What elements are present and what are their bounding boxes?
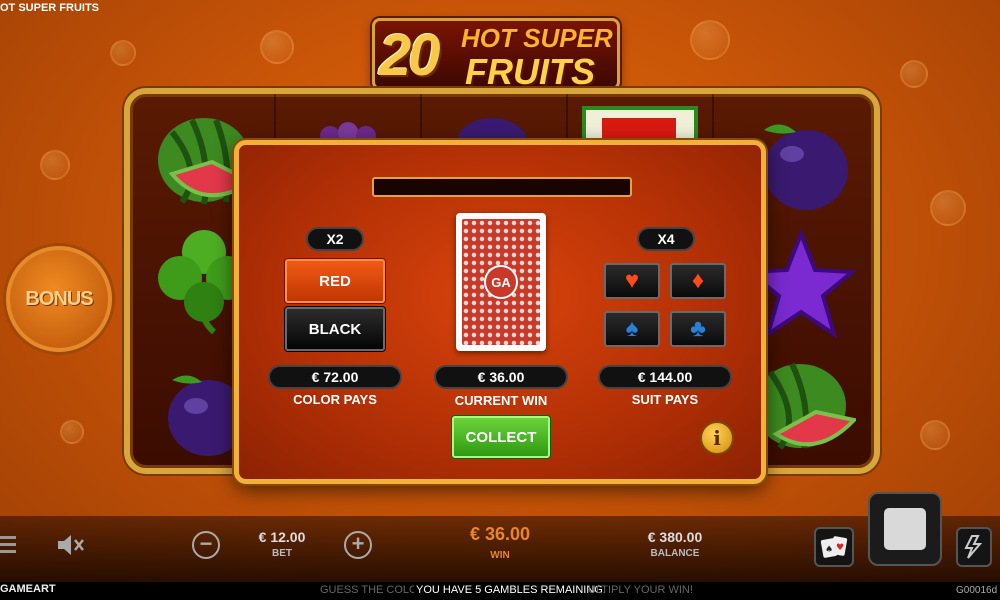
suit-pays-value: € 144.00 (598, 365, 732, 389)
game-id: G00016d (956, 585, 998, 596)
gamble-message-bar (372, 177, 632, 197)
bonus-badge: BONUS (6, 246, 112, 352)
current-win-value: € 36.00 (434, 365, 568, 389)
win-value: € 36.00 (469, 524, 531, 544)
color-pays-value: € 72.00 (268, 365, 402, 389)
color-multiplier: X2 (306, 227, 364, 251)
logo-line-hot-super: HOT SUPER (461, 23, 613, 53)
menu-icon[interactable] (0, 532, 16, 561)
ticker-text-faded-right: ULTIPLY YOUR WIN! (588, 584, 693, 596)
diamonds-icon: ♦ (691, 267, 705, 294)
suit-pays-label: SUIT PAYS (631, 392, 699, 407)
bubble (260, 30, 294, 64)
bubble (930, 190, 966, 226)
svg-text:♥: ♥ (836, 543, 844, 553)
mute-icon[interactable] (56, 532, 86, 563)
balance-value: € 380.00 (647, 529, 703, 545)
bonus-label: BONUS (25, 287, 93, 310)
collect-button[interactable]: COLLECT (452, 416, 550, 458)
bubble (900, 60, 928, 88)
gamble-cards-button[interactable]: ♠ ♥ (814, 527, 854, 567)
bet-value: € 12.00 (258, 529, 306, 545)
hearts-button[interactable]: ♥ (604, 263, 660, 299)
clubs-icon: ♣ (690, 315, 706, 342)
black-button[interactable]: BLACK (285, 307, 385, 351)
bubble (690, 20, 730, 60)
svg-text:♠: ♠ (825, 545, 833, 555)
diamonds-button[interactable]: ♦ (670, 263, 726, 299)
ticker-text-faded-left: GUESS THE COLOU (320, 584, 426, 596)
bet-label: BET (272, 548, 292, 559)
hearts-icon: ♥ (624, 267, 640, 294)
face-down-card: GA (456, 213, 546, 351)
suit-multiplier: X4 (637, 227, 695, 251)
clubs-button[interactable]: ♣ (670, 311, 726, 347)
gambles-remaining-text: YOU HAVE 5 GAMBLES REMAINING. (414, 584, 608, 596)
spades-icon: ♠ (625, 315, 639, 342)
info-button[interactable]: i (700, 421, 734, 455)
logo-line-fruits: FRUITS (465, 51, 595, 92)
logo-number: 20 (379, 23, 440, 88)
game-title: OT SUPER FRUITS (0, 2, 100, 14)
balance-label: BALANCE (650, 548, 700, 559)
red-button[interactable]: RED (285, 259, 385, 303)
cards-icon: ♠ ♥ (820, 536, 848, 558)
brand-logo: GAMEART (0, 583, 56, 595)
lightning-icon (964, 535, 983, 559)
bubble (60, 420, 84, 444)
spades-button[interactable]: ♠ (604, 311, 660, 347)
decrease-bet-button[interactable]: − (192, 531, 220, 559)
bubble (920, 420, 950, 450)
bubble (40, 150, 70, 180)
stop-icon (884, 508, 926, 550)
current-win-label: CURRENT WIN (454, 393, 548, 408)
gameart-logo-icon: GA (484, 265, 518, 299)
plum-icon (756, 114, 852, 219)
win-label: WIN (490, 550, 510, 561)
color-pays-label: COLOR PAYS (293, 392, 377, 407)
spin-stop-button[interactable] (868, 492, 942, 566)
turbo-button[interactable] (956, 527, 992, 567)
game-logo: 20 HOT SUPER FRUITS (372, 18, 620, 92)
bubble (110, 40, 136, 66)
increase-bet-button[interactable]: + (344, 531, 372, 559)
card-back-pattern: GA (462, 219, 540, 345)
